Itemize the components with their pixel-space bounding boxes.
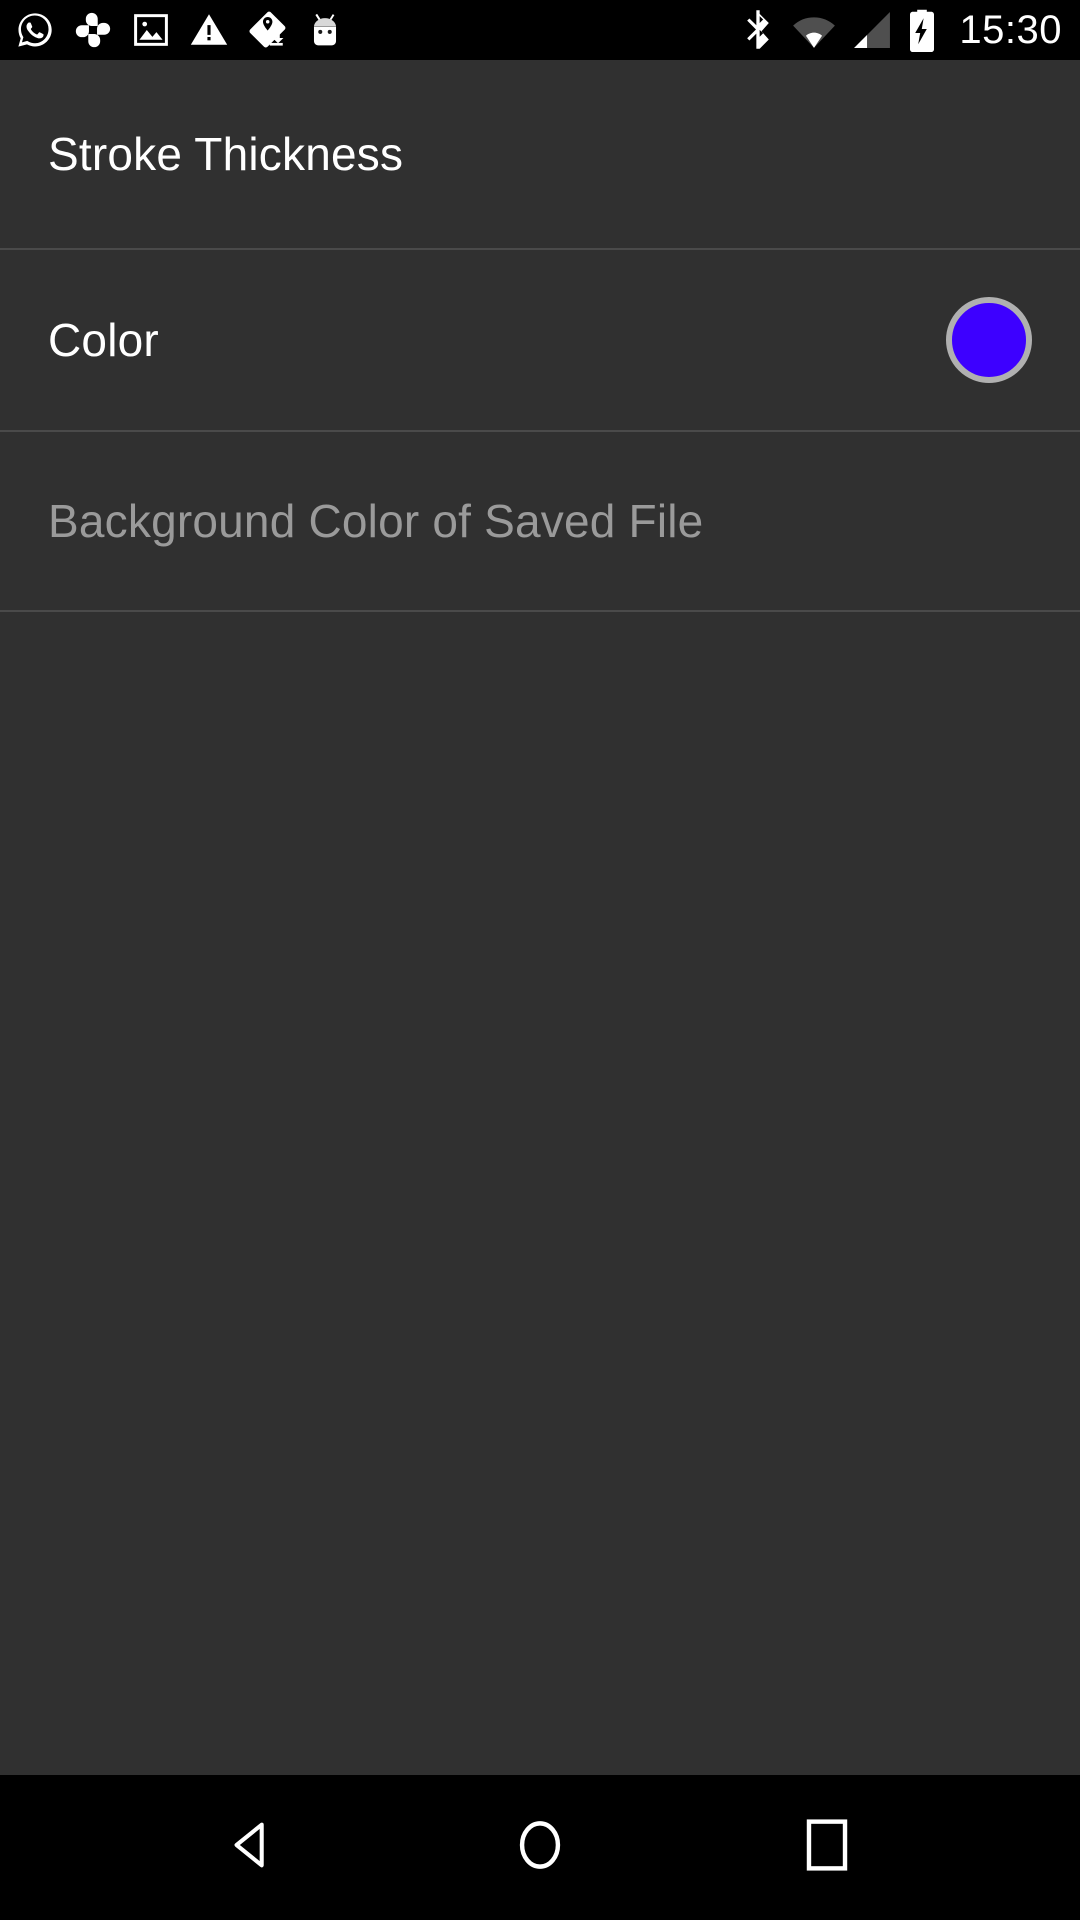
list-item-label: Color [48, 314, 159, 366]
notification-icon-group [14, 9, 346, 51]
list-item-background-color-of-saved-file[interactable]: Background Color of Saved File [0, 432, 1080, 612]
back-button[interactable] [193, 1788, 313, 1908]
whatsapp-icon [14, 9, 56, 51]
wifi-icon [791, 10, 837, 50]
cellular-signal-icon [851, 9, 893, 51]
color-swatch-container[interactable] [946, 297, 1032, 383]
status-bar-clock: 15:30 [959, 8, 1062, 52]
list-item-stroke-thickness[interactable]: Stroke Thickness [0, 60, 1080, 250]
photos-pinwheel-icon [72, 9, 114, 51]
settings-list: Stroke Thickness Color Background Color … [0, 60, 1080, 1775]
android-mascot-icon [304, 9, 346, 51]
system-status-icon-group: 15:30 [739, 7, 1062, 53]
color-swatch[interactable] [946, 297, 1032, 383]
recents-square-icon [804, 1817, 850, 1878]
warning-triangle-icon [188, 9, 230, 51]
list-item-color[interactable]: Color [0, 250, 1080, 432]
back-triangle-icon [224, 1816, 282, 1879]
phone-screen: 15:30 Stroke Thickness Color Background … [0, 0, 1080, 1920]
android-navigation-bar [0, 1775, 1080, 1920]
status-bar: 15:30 [0, 0, 1080, 60]
map-location-icon [246, 9, 288, 51]
home-circle-icon [513, 1816, 567, 1879]
list-item-label: Background Color of Saved File [48, 495, 704, 547]
home-button[interactable] [480, 1788, 600, 1908]
list-item-label: Stroke Thickness [48, 128, 404, 180]
battery-charging-icon [907, 7, 937, 53]
recents-button[interactable] [767, 1788, 887, 1908]
image-icon [130, 9, 172, 51]
bluetooth-icon [739, 8, 777, 52]
